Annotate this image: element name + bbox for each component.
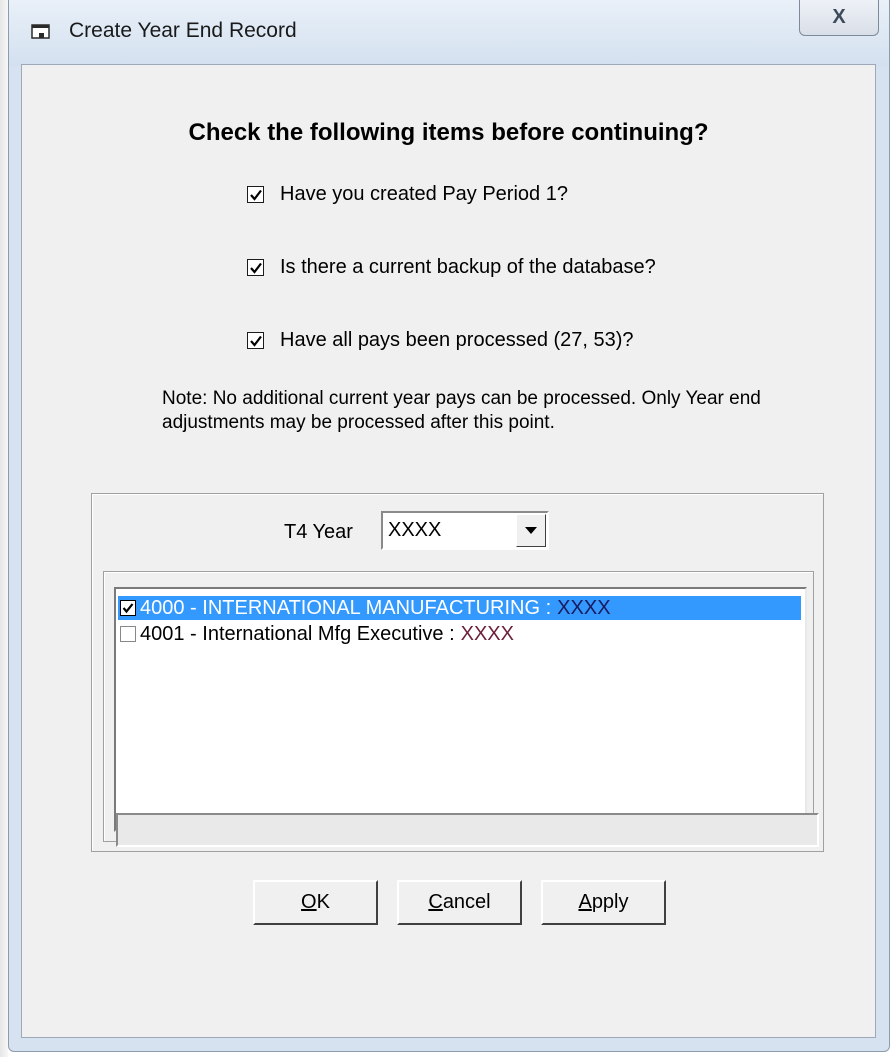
ok-label: K	[316, 891, 330, 913]
company-checkbox[interactable]	[120, 600, 136, 616]
company-item-4001[interactable]: 4001 - International Mfg Executive : XXX…	[118, 622, 801, 646]
check-pays-processed[interactable]: Have all pays been processed (27, 53)?	[247, 329, 634, 352]
company-item-4000[interactable]: 4000 - INTERNATIONAL MANUFACTURING : XXX…	[118, 596, 801, 620]
dropdown-button[interactable]	[516, 514, 546, 547]
apply-accel: A	[578, 891, 592, 913]
cancel-button[interactable]: Cancel	[397, 880, 522, 925]
ok-accel: O	[301, 891, 317, 913]
dialog-body: Check the following items before continu…	[21, 64, 876, 1038]
dialog-window: Create Year End Record X Check the follo…	[8, 0, 890, 1052]
t4-year-label: T4 Year	[284, 521, 353, 543]
checkmark-icon	[250, 335, 262, 347]
apply-button[interactable]: Apply	[541, 880, 666, 925]
window-app-icon	[31, 24, 51, 40]
window-title: Create Year End Record	[69, 19, 297, 42]
cancel-label: ancel	[442, 891, 491, 913]
check-pay-period-1[interactable]: Have you created Pay Period 1?	[247, 183, 568, 206]
title-bar[interactable]: Create Year End Record X	[9, 0, 889, 66]
company-list[interactable]: 4000 - INTERNATIONAL MANUFACTURING : XXX…	[114, 587, 807, 832]
checkmark-icon	[122, 603, 134, 614]
checkbox[interactable]	[247, 259, 264, 276]
close-icon: X	[832, 6, 846, 28]
checkbox[interactable]	[247, 186, 264, 203]
chevron-down-icon	[525, 527, 537, 534]
background-strip	[0, 0, 8, 1057]
note-text: Note: No additional current year pays ca…	[162, 388, 761, 433]
checkmark-icon	[250, 262, 262, 274]
t4-year-value: XXXX	[388, 519, 442, 541]
progress-bar	[116, 813, 819, 847]
t4-year-select[interactable]: XXXX	[381, 511, 549, 550]
check-backup[interactable]: Is there a current backup of the databas…	[247, 256, 656, 279]
check-label: Have you created Pay Period 1?	[280, 183, 568, 205]
dialog-heading: Check the following items before continu…	[188, 119, 709, 146]
check-label: Is there a current backup of the databas…	[280, 256, 656, 278]
company-checkbox[interactable]	[120, 626, 136, 642]
checkbox[interactable]	[247, 332, 264, 349]
company-name: 4000 - INTERNATIONAL MANUFACTURING :	[140, 596, 552, 619]
checkmark-icon	[250, 189, 262, 201]
cancel-accel: C	[428, 891, 443, 913]
company-year: XXXX	[557, 596, 611, 619]
check-label: Have all pays been processed (27, 53)?	[280, 329, 634, 351]
company-year: XXXX	[460, 622, 514, 645]
apply-label: pply	[591, 891, 629, 913]
company-name: 4001 - International Mfg Executive :	[140, 622, 455, 645]
ok-button[interactable]: OK	[253, 880, 378, 925]
close-button[interactable]: X	[799, 0, 879, 36]
